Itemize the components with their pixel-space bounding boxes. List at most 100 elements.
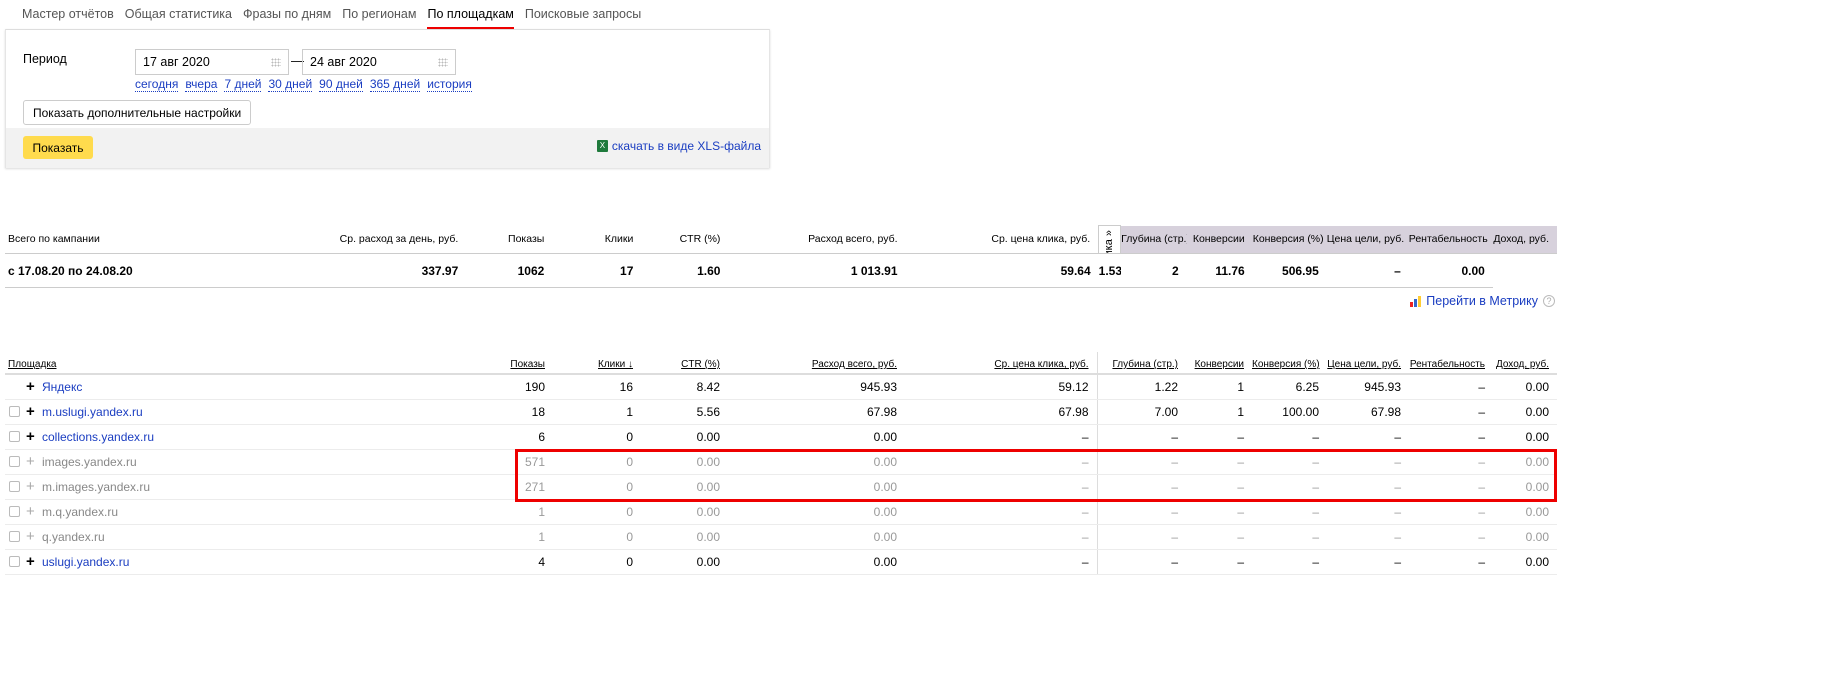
column-header[interactable]: Ср. цена клика, руб. [905, 352, 1098, 375]
platform-cell: + uslugi.yandex.ru [5, 549, 471, 575]
expand-plus-icon[interactable]: + [26, 404, 38, 419]
metrika-toggle-tab[interactable]: Метрика » [1098, 225, 1122, 254]
platform-link[interactable]: Яндекс [42, 380, 82, 394]
quick-period-link[interactable]: вчера [185, 77, 218, 92]
column-header-label: Ср. цена клика, руб. [994, 359, 1089, 370]
value-cell: 4 [471, 549, 553, 575]
column-header[interactable]: Конверсии [1186, 352, 1252, 375]
quick-period-link[interactable]: история [427, 77, 472, 92]
summary-header: Конверсия (%) [1252, 225, 1327, 254]
platform-link[interactable]: m.images.yandex.ru [42, 480, 150, 494]
summary-header: Расход всего, руб. [728, 225, 906, 254]
value-cell: – [1097, 424, 1186, 450]
row-checkbox[interactable] [9, 456, 20, 468]
expand-plus-icon[interactable]: + [26, 554, 38, 569]
date-to-value: 24 авг 2020 [310, 55, 377, 69]
column-header[interactable]: CTR (%) [641, 352, 728, 375]
row-checkbox[interactable] [9, 556, 20, 568]
value-cell: – [1327, 524, 1409, 550]
summary-header: Ср. цена клика, руб. [905, 225, 1099, 254]
column-header[interactable]: Рентабельность [1409, 352, 1493, 375]
platform-link[interactable]: q.yandex.ru [42, 530, 105, 544]
tab-3[interactable]: По регионам [342, 0, 416, 29]
platform-cell: + collections.yandex.ru [5, 424, 471, 450]
summary-header: Показы [466, 225, 553, 254]
column-header[interactable]: Доход, руб. [1493, 352, 1557, 375]
row-checkbox[interactable] [9, 506, 20, 518]
value-cell: 6 [471, 424, 553, 450]
summary-cell: 506.95 [1252, 253, 1327, 288]
value-cell: 18 [471, 399, 553, 425]
column-header[interactable]: Показы [471, 352, 553, 375]
value-cell: – [1409, 499, 1493, 525]
metrika-toggle-label: Метрика » [1102, 230, 1116, 253]
go-to-metrika-link[interactable]: Перейти в Метрику ? [1410, 294, 1555, 308]
column-header[interactable]: Клики ↓ [553, 352, 641, 375]
column-header[interactable]: Конверсия (%) [1252, 352, 1327, 375]
summary-header: CTR (%) [641, 225, 729, 254]
tab-2[interactable]: Фразы по дням [243, 0, 331, 29]
column-header[interactable]: Цена цели, руб. [1327, 352, 1409, 375]
value-cell: – [1409, 549, 1493, 575]
column-header[interactable]: Расход всего, руб. [728, 352, 905, 375]
date-from-input[interactable]: 17 авг 2020 [135, 49, 289, 75]
summary-cell: 1 013.91 [728, 253, 906, 288]
expand-plus-icon[interactable]: + [26, 529, 38, 544]
table-row: + m.q.yandex.ru 1 0 0.00 0.00– – – – – –0.00 [5, 499, 1557, 525]
column-header-label: Клики ↓ [598, 359, 633, 370]
show-more-settings-button[interactable]: Показать дополнительные настройки [23, 100, 252, 125]
value-cell: 0.00 [728, 424, 905, 450]
row-checkbox[interactable] [9, 531, 20, 543]
platform-cell: + m.q.yandex.ru [5, 499, 471, 525]
column-header-label: Показы [510, 359, 545, 370]
quick-periods: сегодня вчера 7 дней 30 дней 90 дней 365 дней… [135, 77, 472, 92]
platform-link[interactable]: m.uslugi.yandex.ru [42, 405, 143, 419]
tab-5[interactable]: Поисковые запросы [525, 0, 641, 29]
report-tabs: Мастер отчётов Общая статистика Фразы по д… [22, 0, 652, 29]
value-cell: – [1186, 424, 1252, 450]
row-checkbox[interactable] [9, 406, 20, 418]
tab-0[interactable]: Мастер отчётов [22, 0, 114, 29]
column-header-label: Конверсии [1194, 359, 1244, 370]
download-xls-link[interactable]: Xскачать в виде XLS-файла [596, 139, 761, 153]
quick-period-link[interactable]: 90 дней [319, 77, 363, 92]
platform-link[interactable]: uslugi.yandex.ru [42, 555, 129, 569]
value-cell: – [1327, 499, 1409, 525]
value-cell: 0.00 [1493, 499, 1557, 525]
calendar-icon[interactable] [271, 58, 281, 67]
value-cell: – [1252, 499, 1327, 525]
expand-plus-icon[interactable]: + [26, 379, 38, 394]
quick-period-link[interactable]: сегодня [135, 77, 179, 92]
help-icon[interactable]: ? [1543, 295, 1555, 307]
platform-cell: + Яндекс [5, 374, 471, 400]
calendar-icon[interactable] [438, 58, 448, 67]
expand-plus-icon[interactable]: + [26, 429, 38, 444]
platform-link[interactable]: collections.yandex.ru [42, 430, 154, 444]
row-checkbox[interactable] [9, 481, 20, 493]
value-cell: 0.00 [728, 524, 905, 550]
value-cell: 6.25 [1252, 374, 1327, 400]
value-cell: 0 [553, 499, 641, 525]
column-header[interactable]: Площадка [5, 352, 471, 375]
column-header-label: CTR (%) [681, 359, 720, 370]
tab-4[interactable]: По площадкам [427, 0, 514, 29]
quick-period-link[interactable]: 365 дней [369, 77, 421, 92]
quick-period-link[interactable]: 30 дней [268, 77, 313, 92]
platform-link[interactable]: images.yandex.ru [42, 455, 137, 469]
expand-plus-icon[interactable]: + [26, 504, 38, 519]
column-header[interactable]: Глубина (стр.) [1097, 352, 1186, 375]
expand-plus-icon[interactable]: + [26, 454, 38, 469]
expand-plus-icon[interactable]: + [26, 479, 38, 494]
summary-row: с 17.08.20 по 24.08.20 337.97 1062 17 1.60 1 … [5, 253, 1557, 288]
platform-link[interactable]: m.q.yandex.ru [42, 505, 118, 519]
row-checkbox[interactable] [9, 431, 20, 443]
table-row: + Яндекс 190 16 8.42 945.93 59.12 1.22 1 6.25 945.… [5, 374, 1557, 400]
show-button[interactable]: Показать [23, 136, 93, 159]
value-cell: 1 [1186, 399, 1252, 425]
value-cell: 190 [471, 374, 553, 400]
date-to-input[interactable]: 24 авг 2020 [302, 49, 456, 75]
column-header-label: Конверсия (%) [1252, 359, 1320, 370]
tab-1[interactable]: Общая статистика [125, 0, 232, 29]
value-cell: – [1097, 549, 1186, 575]
quick-period-link[interactable]: 7 дней [224, 77, 262, 92]
